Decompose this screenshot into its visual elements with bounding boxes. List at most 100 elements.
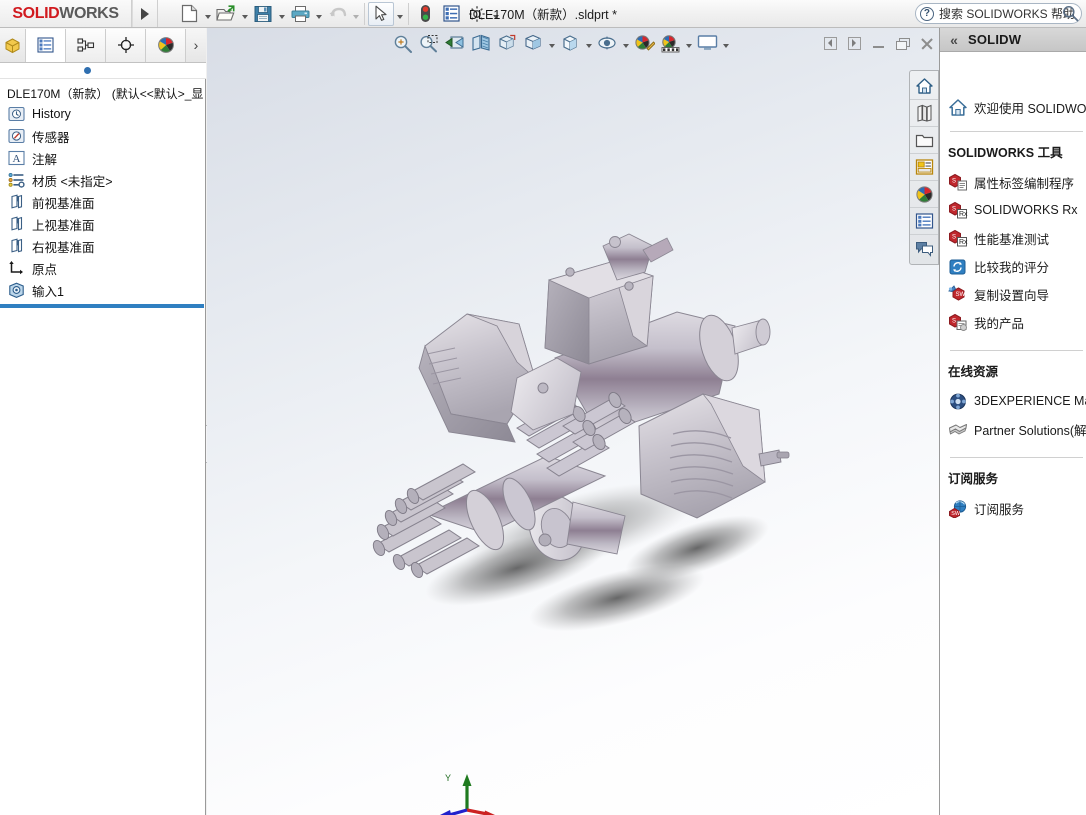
- viewport-caret[interactable]: [720, 29, 731, 57]
- display-style-caret[interactable]: [546, 29, 557, 57]
- expand-menu-button[interactable]: [132, 0, 158, 27]
- engine-3d-model[interactable]: [367, 228, 797, 648]
- rebuild-button[interactable]: [412, 1, 438, 27]
- welcome-link[interactable]: 欢迎使用 SOLIDWOR: [948, 98, 1086, 117]
- new-document-caret[interactable]: [202, 1, 213, 27]
- tab-dimxpert-manager[interactable]: [106, 28, 146, 62]
- undo-caret[interactable]: [350, 1, 361, 27]
- link-label: 比较我的评分: [974, 260, 1050, 275]
- link-compare-score[interactable]: 比较我的评分: [948, 252, 1086, 280]
- tp-tab-markup[interactable]: [910, 235, 938, 262]
- tab-configuration-manager[interactable]: [66, 28, 106, 62]
- link-copy-settings-wizard[interactable]: SW 复制设置向导: [948, 280, 1086, 308]
- tree-item-sensors[interactable]: 传感器: [0, 125, 205, 147]
- restore-button[interactable]: [891, 33, 913, 53]
- zoom-to-area-button[interactable]: [416, 29, 442, 57]
- previous-view-icon: [445, 36, 464, 49]
- open-document-caret[interactable]: [239, 1, 250, 27]
- link-label: 我的产品: [974, 316, 1025, 331]
- collapse-left-button[interactable]: [819, 33, 841, 53]
- apply-scene-button[interactable]: [657, 29, 683, 57]
- link-partner-solutions[interactable]: Partner Solutions(解: [948, 415, 1086, 443]
- divider: [950, 457, 1083, 458]
- zoom-to-fit-button[interactable]: [390, 29, 416, 57]
- tp-tab-home[interactable]: [910, 73, 938, 100]
- select-button[interactable]: [368, 1, 394, 26]
- link-solidworks-rx[interactable]: S Rx SOLIDWORKS Rx: [948, 196, 1086, 224]
- options-button[interactable]: [464, 1, 490, 27]
- open-document-button[interactable]: [213, 1, 239, 27]
- viewport-button[interactable]: [694, 29, 720, 57]
- origin-icon: [8, 260, 26, 277]
- tree-item-annotations[interactable]: A 注解: [0, 147, 205, 169]
- file-properties-button[interactable]: [438, 1, 464, 27]
- hide-show-items-caret[interactable]: [583, 29, 594, 57]
- dimxpert-target-icon: [117, 37, 134, 53]
- undo-button[interactable]: [324, 1, 350, 27]
- apply-scene-caret[interactable]: [683, 29, 694, 57]
- feature-manager-more-button[interactable]: ›: [186, 37, 206, 53]
- link-performance-benchmark[interactable]: S Rx 性能基准测试: [948, 224, 1086, 252]
- tp-tab-view-palette[interactable]: [910, 154, 938, 181]
- restore-icon: [896, 37, 910, 50]
- tree-item-imported1[interactable]: 输入1: [0, 279, 205, 301]
- tree-item-top-plane[interactable]: 上视基准面: [0, 213, 205, 235]
- link-my-products[interactable]: S 我的产品: [948, 308, 1086, 336]
- save-button[interactable]: [250, 1, 276, 27]
- tp-tab-design-library[interactable]: [910, 100, 938, 127]
- collapse-right-button[interactable]: [843, 33, 865, 53]
- view-settings-caret[interactable]: [620, 29, 631, 57]
- options-caret[interactable]: [490, 1, 501, 27]
- help-search-box[interactable]: ? 搜索 SOLIDWORKS 帮助: [914, 3, 1082, 24]
- double-chevron-left-icon[interactable]: «: [940, 32, 968, 48]
- graphics-area[interactable]: Y: [207, 28, 939, 815]
- scene-sphere-icon: [661, 34, 679, 52]
- select-caret[interactable]: [394, 1, 405, 27]
- view-settings-button[interactable]: [594, 29, 620, 57]
- search-magnifier-icon[interactable]: [1062, 5, 1080, 23]
- save-caret[interactable]: [276, 1, 287, 27]
- edit-appearance-button[interactable]: [631, 29, 657, 57]
- minimize-button[interactable]: [867, 33, 889, 53]
- close-x-icon: [920, 37, 933, 50]
- tree-item-label: 材质 <未指定>: [32, 174, 113, 189]
- task-pane-header: « SOLIDW: [940, 28, 1086, 52]
- print-caret[interactable]: [313, 1, 324, 27]
- close-button[interactable]: [915, 33, 937, 53]
- tab-display-manager[interactable]: [146, 28, 186, 62]
- copy-settings-wizard-icon: SW: [948, 284, 968, 304]
- display-style-button[interactable]: [520, 29, 546, 57]
- link-property-tab-builder[interactable]: S 属性标签编制程序: [948, 168, 1086, 196]
- tree-item-label: History: [32, 107, 71, 121]
- previous-view-button[interactable]: [442, 29, 468, 57]
- tp-tab-appearances[interactable]: [910, 181, 938, 208]
- tree-item-origin[interactable]: 原点: [0, 257, 205, 279]
- svg-text:SW: SW: [956, 292, 966, 298]
- sensor-icon: [8, 128, 26, 145]
- arrow-right-box-icon: [847, 36, 861, 50]
- hide-show-items-button[interactable]: [557, 29, 583, 57]
- tree-item-label: 前视基准面: [32, 196, 95, 211]
- tree-item-right-plane[interactable]: 右视基准面: [0, 235, 205, 257]
- solidworks-logo: SOLIDWORKS: [0, 0, 132, 27]
- tree-item-history[interactable]: History: [0, 103, 205, 125]
- section-view-button[interactable]: [468, 29, 494, 57]
- link-3dexperience-marketplace[interactable]: 3DEXPERIENCE Marke: [948, 387, 1086, 415]
- tab-feature-tree-icon[interactable]: [0, 28, 26, 62]
- tree-item-label: 注解: [32, 152, 58, 167]
- plane-icon: [8, 193, 26, 211]
- tree-item-material[interactable]: 材质 <未指定>: [0, 169, 205, 191]
- rollback-bar[interactable]: [0, 304, 204, 308]
- feature-tree-root[interactable]: DLE170M（新款） (默认<<默认>_显: [0, 83, 205, 103]
- new-document-button[interactable]: [176, 1, 202, 27]
- print-button[interactable]: [287, 1, 313, 27]
- link-subscription-services[interactable]: SW 订阅服务: [948, 494, 1086, 522]
- tree-item-front-plane[interactable]: 前视基准面: [0, 191, 205, 213]
- tp-tab-custom-properties[interactable]: [910, 208, 938, 235]
- tp-tab-file-explorer[interactable]: [910, 127, 938, 154]
- view-orientation-button[interactable]: [494, 29, 520, 57]
- task-pane-tabs: [909, 70, 939, 265]
- tree-item-label: 传感器: [32, 130, 70, 145]
- logo-text-solid: SOLID: [12, 4, 60, 22]
- tab-property-manager[interactable]: [26, 28, 66, 62]
